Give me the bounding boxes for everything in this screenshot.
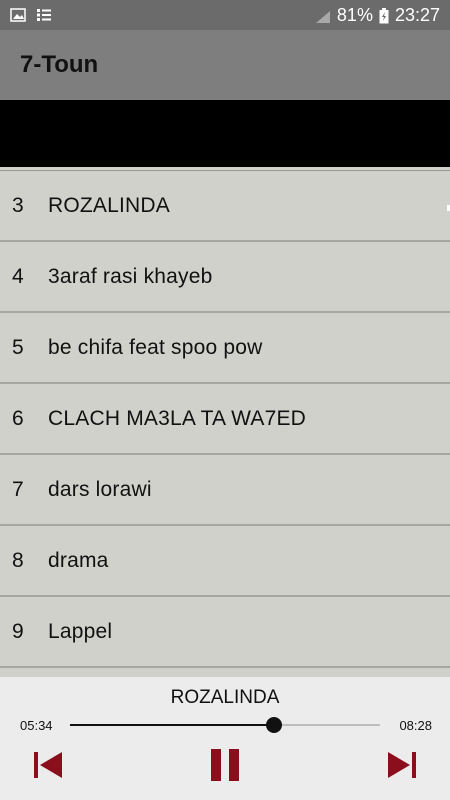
track-number: 7 — [12, 477, 24, 501]
total-time: 08:28 — [399, 718, 432, 733]
status-bar: 81% 23:27 — [0, 0, 450, 30]
signal-icon — [315, 8, 331, 23]
track-number: 6 — [12, 406, 24, 430]
track-title: CLACH MA3LA TA WA7ED — [48, 406, 307, 430]
track-title: 3araf rasi khayeb — [48, 264, 213, 288]
app-bar: 7-Toun — [0, 30, 450, 100]
pause-icon — [209, 747, 241, 788]
track-row[interactable]: 4 3araf rasi khayeb — [0, 242, 450, 313]
track-row[interactable]: 7 dars lorawi — [0, 455, 450, 526]
track-number: 9 — [12, 619, 24, 643]
previous-button[interactable] — [28, 749, 68, 785]
status-left — [10, 8, 52, 22]
track-number: 4 — [12, 264, 24, 288]
seek-thumb[interactable] — [265, 717, 282, 733]
track-title: be chifa feat spoo pow — [48, 335, 263, 359]
track-number: 8 — [12, 548, 24, 572]
track-number: 3 — [12, 193, 24, 217]
track-title: ROZALINDA — [48, 193, 170, 217]
battery-percent: 81% — [336, 4, 373, 25]
clock: 23:27 — [394, 4, 440, 25]
battery-icon — [379, 8, 389, 24]
pause-button[interactable] — [205, 747, 245, 788]
track-row[interactable]: 6 CLACH MA3LA TA WA7ED — [0, 384, 450, 455]
track-row[interactable]: 9 Lappel — [0, 597, 450, 668]
player-bar: ROZALINDA 05:34 08:28 — [0, 677, 450, 800]
now-playing-title: ROZALINDA — [170, 687, 280, 708]
track-number: 5 — [12, 335, 24, 359]
elapsed-time: 05:34 — [20, 718, 53, 733]
track-list[interactable]: 3 ROZALINDA 4 3araf rasi khayeb 5 be chi… — [0, 170, 450, 668]
next-icon — [386, 750, 418, 785]
next-button[interactable] — [382, 749, 422, 785]
track-row[interactable]: 5 be chifa feat spoo pow — [0, 313, 450, 384]
previous-icon — [32, 750, 64, 785]
ad-banner[interactable] — [0, 100, 450, 167]
seek-progress — [70, 724, 274, 726]
status-right: 81% 23:27 — [315, 5, 440, 26]
track-row[interactable]: 3 ROZALINDA — [0, 171, 450, 242]
seek-bar[interactable] — [70, 717, 380, 733]
track-row[interactable]: 8 drama — [0, 526, 450, 597]
track-title: drama — [48, 548, 109, 572]
list-icon — [36, 8, 52, 22]
app-title: 7-Toun — [20, 51, 99, 78]
track-title: dars lorawi — [48, 477, 152, 501]
track-title: Lappel — [48, 619, 113, 643]
image-icon — [10, 8, 26, 22]
